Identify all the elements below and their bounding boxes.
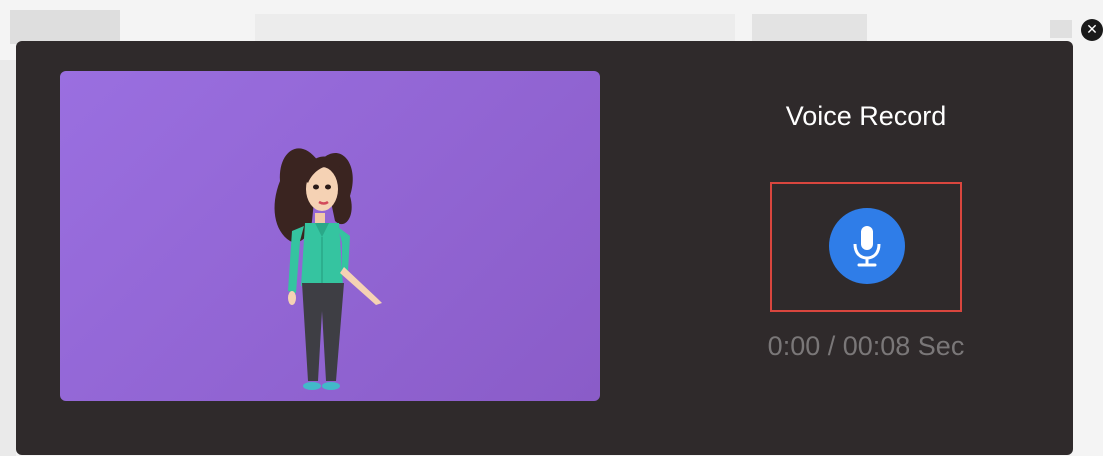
voice-record-modal: Voice Record 0:00 / 00:08 Sec — [16, 41, 1073, 455]
recording-timer: 0:00 / 00:08 Sec — [767, 331, 965, 361]
close-button[interactable]: ✕ — [1081, 19, 1103, 41]
modal-title: Voice Record — [785, 101, 947, 131]
avatar-preview — [60, 71, 600, 401]
background-toolbar-center — [255, 14, 735, 42]
background-toolbar-left — [10, 10, 120, 44]
record-highlight-frame — [770, 182, 962, 312]
background-sidebar — [0, 60, 16, 456]
record-button[interactable] — [829, 208, 905, 284]
background-toolbar-right — [752, 14, 867, 42]
background-toolbar-icon — [1050, 20, 1072, 38]
character-illustration — [274, 148, 382, 390]
microphone-icon[interactable] — [829, 208, 905, 284]
close-icon[interactable]: ✕ — [1086, 23, 1098, 37]
